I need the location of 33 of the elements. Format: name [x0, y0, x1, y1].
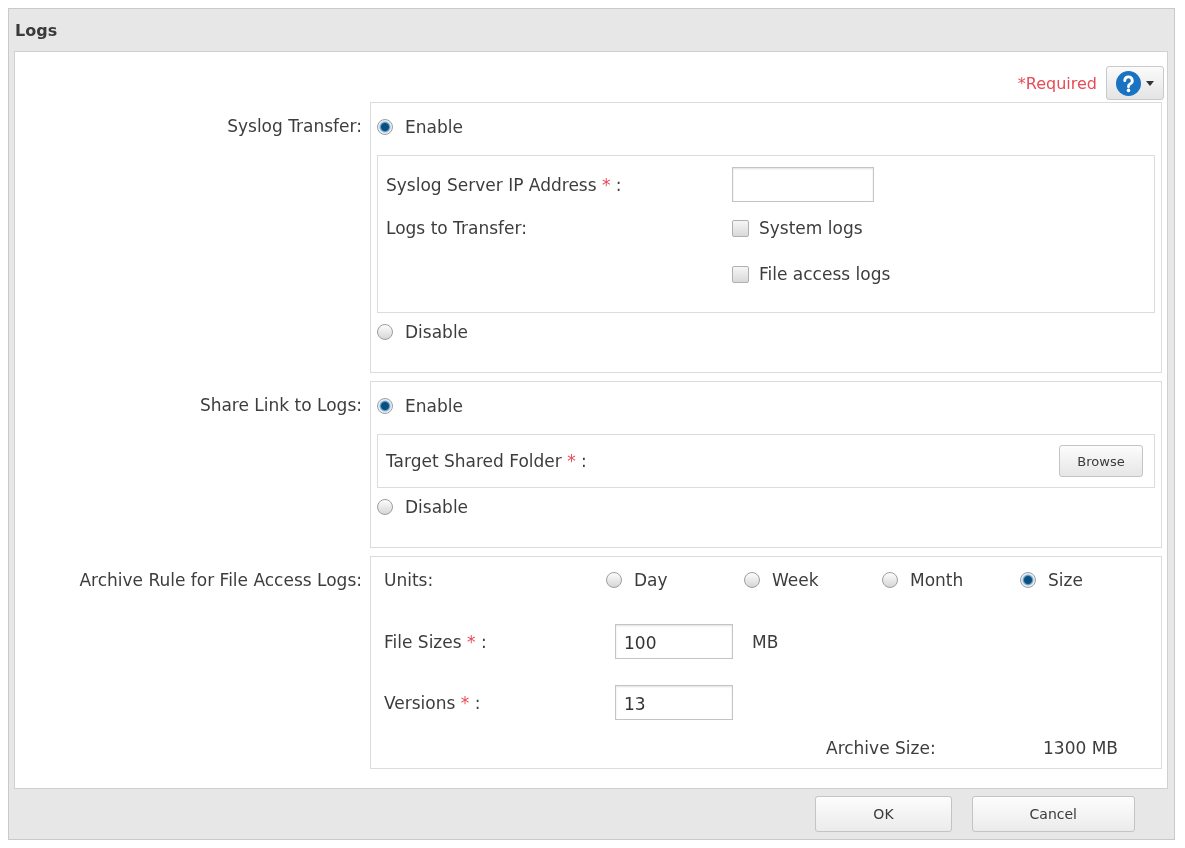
help-button[interactable]	[1106, 66, 1164, 100]
summary-label: Archive Size:	[826, 738, 937, 758]
field-label: Units:	[384, 569, 434, 592]
radio-option[interactable]: Day	[606, 568, 668, 592]
checkbox-option[interactable]: System logs	[732, 216, 863, 240]
radio-option[interactable]: Enable	[377, 115, 463, 139]
radio-option[interactable]: Disable	[377, 320, 469, 344]
field-label: Target Shared Folder * :	[386, 450, 587, 473]
checkbox-option[interactable]: File access logs	[732, 262, 891, 286]
radio-option[interactable]: Month	[882, 568, 964, 592]
radio-option[interactable]: Week	[744, 568, 819, 592]
required-note: *Required	[1017, 73, 1097, 93]
window-title: Logs	[15, 20, 58, 40]
field-label: Versions * :	[384, 691, 481, 715]
input-field[interactable]: 100	[615, 624, 733, 659]
browse-button[interactable]: Browse	[1059, 445, 1143, 477]
field-label: File Sizes * :	[384, 630, 487, 654]
caret-icon	[1146, 80, 1154, 86]
dialog-button[interactable]: OK	[815, 796, 952, 832]
radio-option[interactable]: Size	[1020, 568, 1083, 592]
summary-value: 1300 MB	[1043, 738, 1118, 758]
input-field[interactable]: 13	[615, 685, 733, 720]
unit-label: MB	[752, 631, 779, 652]
dialog-button[interactable]: Cancel	[971, 796, 1135, 832]
radio-option[interactable]: Enable	[377, 394, 463, 418]
input-field[interactable]	[732, 167, 874, 202]
section-label: Syslog Transfer:	[227, 115, 362, 138]
section-label: Share Link to Logs:	[199, 394, 362, 417]
help-icon	[1116, 70, 1141, 96]
field-label: Logs to Transfer:	[386, 217, 527, 240]
section-label: Archive Rule for File Access Logs:	[79, 569, 362, 592]
field-label: Syslog Server IP Address * :	[386, 173, 622, 197]
radio-option[interactable]: Disable	[377, 495, 469, 519]
